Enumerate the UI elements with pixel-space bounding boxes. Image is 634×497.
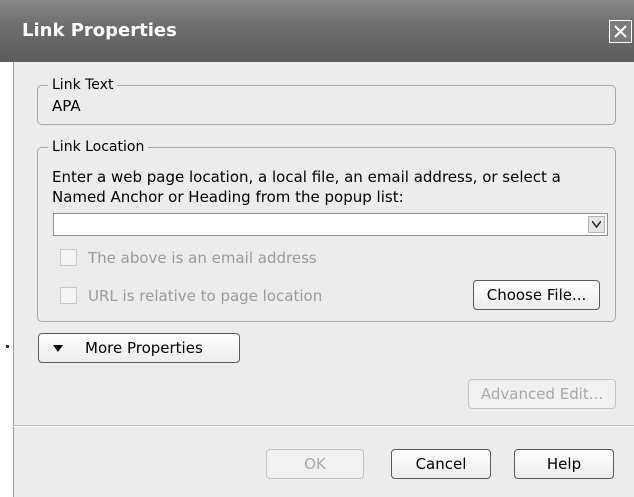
instructions-line-1: Enter a web page location, a local file,… (52, 168, 561, 186)
window-left-edge (0, 62, 13, 497)
help-label: Help (546, 455, 582, 473)
help-button[interactable]: Help (514, 449, 614, 479)
choose-file-button[interactable]: Choose File... (473, 280, 600, 310)
choose-file-label: Choose File... (486, 286, 587, 304)
link-text-group: Link Text APA (37, 76, 616, 125)
separator-highlight (13, 426, 634, 427)
combo-dropdown-button[interactable] (588, 216, 605, 233)
dropdown-arrow-icon (592, 221, 601, 228)
close-button[interactable] (609, 20, 632, 43)
link-text-value: APA (52, 97, 81, 115)
advanced-edit-button[interactable]: Advanced Edit... (468, 379, 616, 409)
window-title: Link Properties (22, 20, 177, 41)
instructions-line-2: Named Anchor or Heading from the popup l… (52, 188, 404, 206)
close-icon (614, 25, 627, 38)
relative-url-checkbox-label: URL is relative to page location (88, 287, 323, 305)
email-checkbox[interactable] (60, 249, 77, 266)
advanced-edit-label: Advanced Edit... (480, 385, 604, 403)
link-location-legend: Link Location (48, 138, 149, 156)
link-location-combobox[interactable] (53, 213, 608, 236)
ok-label: OK (304, 455, 326, 473)
title-bar[interactable]: Link Properties (0, 0, 634, 62)
more-properties-label: More Properties (85, 339, 203, 357)
edge-marker (6, 345, 9, 348)
email-checkbox-label: The above is an email address (88, 249, 317, 267)
relative-url-checkbox[interactable] (60, 287, 77, 304)
triangle-down-icon (53, 345, 63, 352)
ok-button[interactable]: OK (266, 449, 364, 479)
link-text-legend: Link Text (48, 76, 118, 94)
cancel-button[interactable]: Cancel (391, 449, 491, 479)
more-properties-button[interactable]: More Properties (38, 333, 240, 363)
cancel-label: Cancel (415, 455, 467, 473)
